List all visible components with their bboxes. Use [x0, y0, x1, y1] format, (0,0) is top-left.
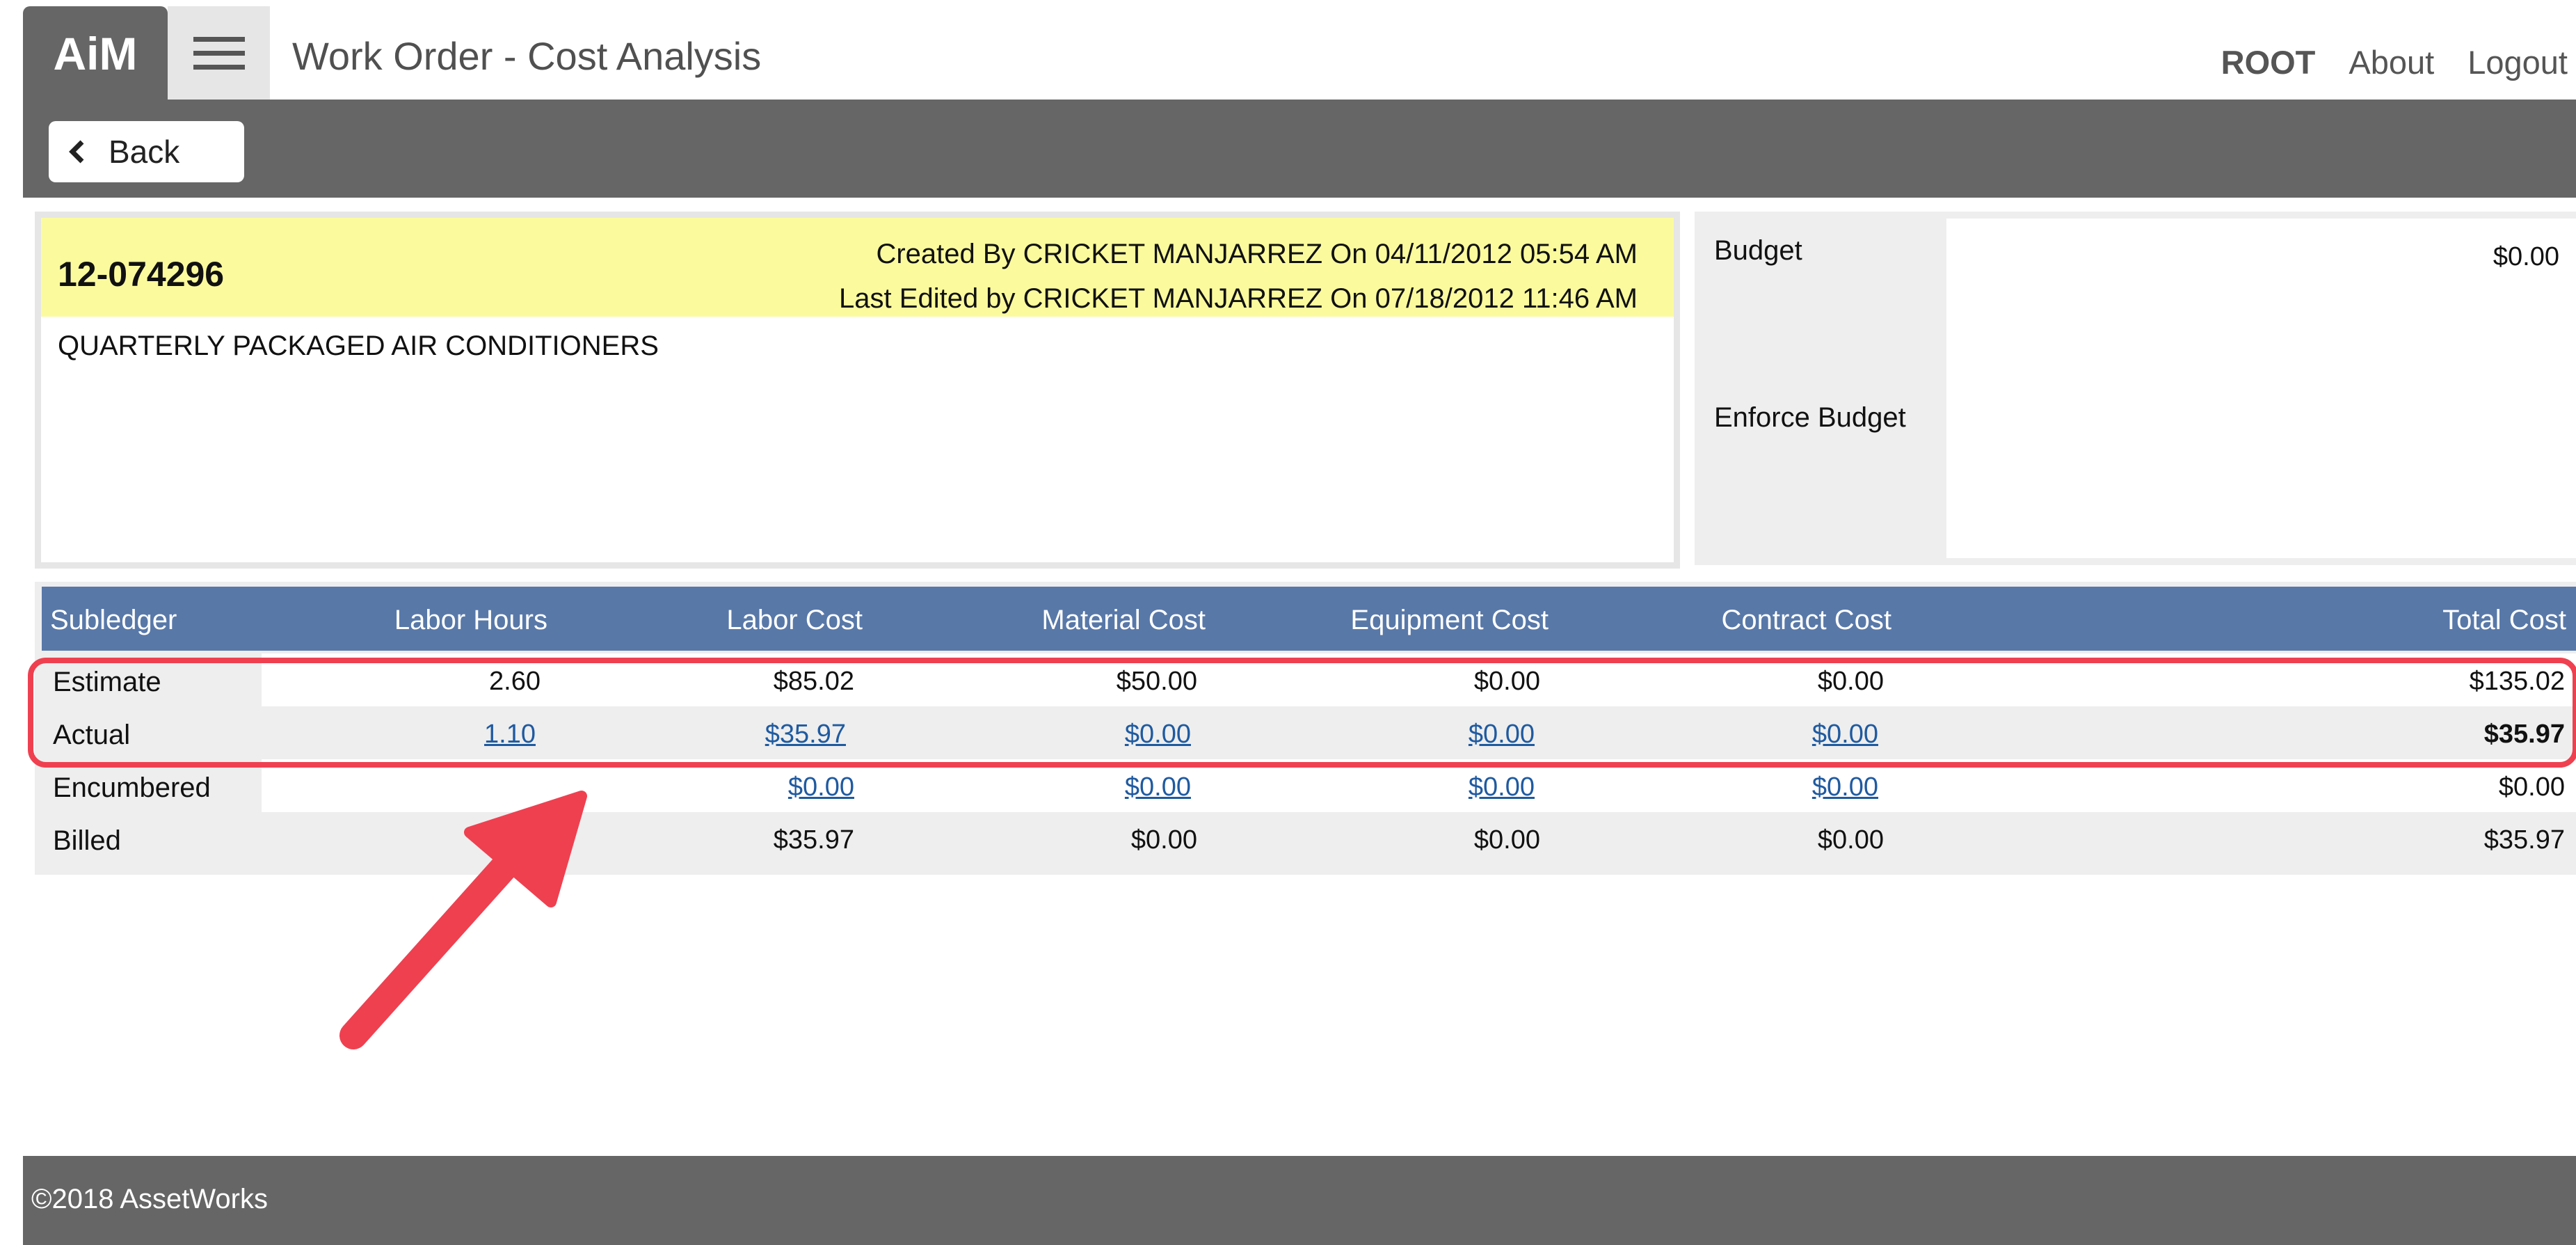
header-material-cost: Material Cost — [1041, 605, 1206, 635]
copyright-text: ©2018 AssetWorks — [31, 1184, 268, 1214]
table-cell: $0.00 — [1130, 825, 1197, 855]
encumbered-material-link[interactable]: $0.00 — [1125, 772, 1191, 802]
app-logo[interactable]: AiM — [23, 6, 168, 101]
page-title: Work Order - Cost Analysis — [292, 34, 762, 78]
table-header: Subledger Labor Hours Labor Cost Materia… — [42, 587, 2576, 651]
enforce-budget-label: Enforce Budget — [1714, 402, 1906, 433]
top-nav: ROOT About Logout — [2221, 43, 2568, 81]
toolbar — [23, 100, 2576, 198]
encumbered-equipment-link[interactable]: $0.00 — [1469, 772, 1535, 802]
hamburger-menu-button[interactable] — [168, 6, 270, 101]
budget-value: $0.00 — [2493, 242, 2559, 271]
work-order-panel: 12-074296 Created By CRICKET MANJARREZ O… — [35, 212, 1680, 569]
work-order-number: 12-074296 — [58, 255, 225, 294]
back-label: Back — [109, 134, 180, 170]
row-label: Billed — [53, 825, 121, 856]
table-cell: $35.97 — [773, 825, 854, 855]
table-cell: $0.00 — [1817, 825, 1884, 855]
work-order-description: QUARTERLY PACKAGED AIR CONDITIONERS — [58, 331, 659, 361]
header-labor-hours: Labor Hours — [394, 605, 547, 635]
header-equipment-cost: Equipment Cost — [1350, 605, 1549, 635]
encumbered-labor-link[interactable]: $0.00 — [788, 772, 854, 802]
table-cell: $0.00 — [2498, 772, 2565, 802]
user-link[interactable]: ROOT — [2221, 43, 2316, 81]
row-label: Encumbered — [53, 772, 211, 803]
header-total-cost: Total Cost — [2442, 605, 2566, 635]
footer: ©2018 AssetWorks — [23, 1156, 2576, 1245]
header-labor-cost: Labor Cost — [726, 605, 863, 635]
work-order-header: 12-074296 Created By CRICKET MANJARREZ O… — [41, 218, 1674, 317]
back-button[interactable]: Back — [49, 121, 244, 182]
budget-label: Budget — [1714, 235, 1802, 266]
budget-values: $0.00 — [1946, 219, 2576, 558]
annotation-highlight — [28, 658, 2576, 768]
logo-text: AiM — [53, 28, 138, 79]
about-link[interactable]: About — [2349, 43, 2434, 81]
header-contract-cost: Contract Cost — [1721, 605, 1891, 635]
annotation-arrow-icon — [339, 791, 587, 1049]
budget-panel: $0.00 Budget Enforce Budget — [1695, 212, 2576, 565]
menu-icon — [193, 37, 245, 70]
encumbered-contract-link[interactable]: $0.00 — [1812, 772, 1878, 802]
last-edited-by: Last Edited by CRICKET MANJARREZ On 07/1… — [839, 283, 1638, 314]
audit-info: Created By CRICKET MANJARREZ On 04/11/20… — [839, 232, 1638, 321]
created-by: Created By CRICKET MANJARREZ On 04/11/20… — [876, 239, 1638, 269]
header-subledger: Subledger — [50, 605, 177, 635]
table-cell: $0.00 — [1473, 825, 1540, 855]
table-cell: $35.97 — [2483, 825, 2565, 855]
logout-link[interactable]: Logout — [2467, 43, 2568, 81]
chevron-left-icon — [69, 140, 84, 164]
